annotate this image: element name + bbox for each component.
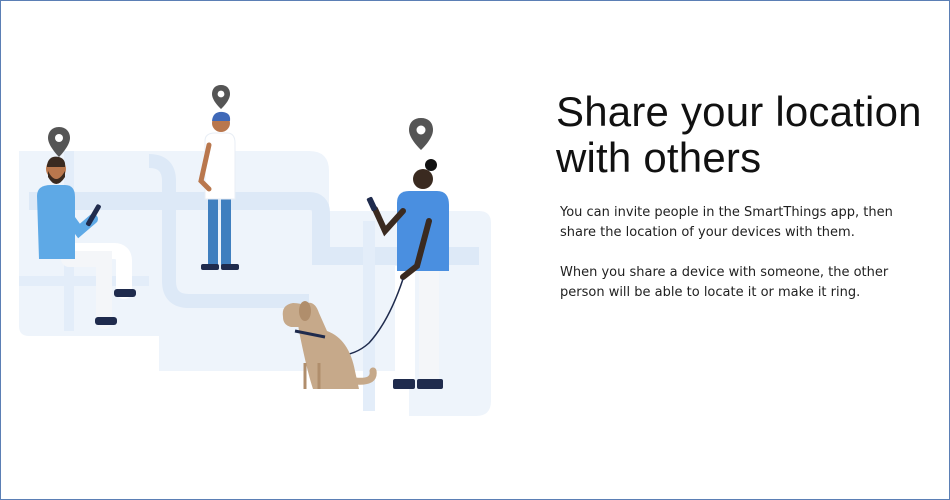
onboarding-card: Share your location with others You can … xyxy=(0,0,950,500)
description-paragraph-1: You can invite people in the SmartThings… xyxy=(560,205,893,240)
description-paragraph-2: When you share a device with someone, th… xyxy=(560,265,889,300)
location-pin-icon xyxy=(212,85,230,109)
page-title: Share your location with others xyxy=(556,88,922,181)
info-panel: Share your location with others You can … xyxy=(556,89,926,323)
description: You can invite people in the SmartThings… xyxy=(560,203,912,303)
location-pin-icon xyxy=(409,118,433,150)
location-sharing-illustration xyxy=(19,85,491,416)
